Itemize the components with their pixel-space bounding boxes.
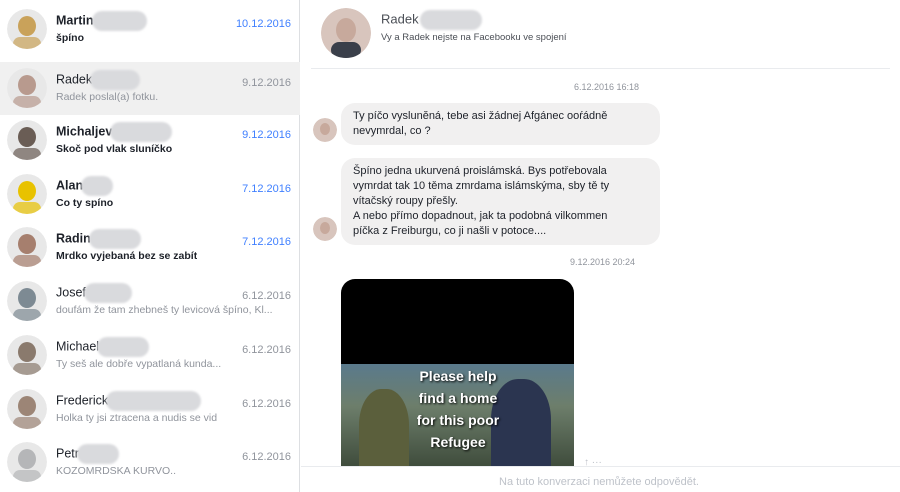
message-line: nevymrdal, co ? [353, 125, 431, 137]
message-timestamp: 9.12.2016 20:24 [570, 257, 636, 267]
conversation-name-text: Josef [56, 285, 86, 300]
message-line: píčka z Freiburgu, co ji našli v potoce.… [353, 225, 547, 237]
conversation-name-text: Martin [56, 13, 94, 28]
message-bubble[interactable]: Ty píčo vyslunĕná, tebe asi žádnej Afgán… [341, 103, 660, 145]
conversation-snippet: špíno [56, 32, 84, 44]
conversation-name-text: Petr [56, 446, 79, 461]
caption-line: Please help [419, 368, 497, 384]
conversation-item[interactable]: Alan Co ty spíno 7.12.2016 [0, 168, 300, 221]
conversation-name: Radin [56, 229, 141, 249]
conversation-item[interactable]: Josef doufám že tam zhebneš ty levicová š… [0, 275, 300, 328]
redaction-blur [97, 337, 150, 357]
conversation-date: 9.12.2016 [242, 129, 291, 141]
conversation-name: Radek [56, 70, 141, 90]
conversation-name: Josef [56, 283, 132, 303]
conversation-name-text: Michaljev [56, 124, 113, 139]
conversation-list: ★ Martinšpíno10.12.2016RadekRadek poslal… [0, 0, 300, 492]
message-line: vymrdat tak 10 těma zmrdama islámskýma, … [353, 180, 610, 192]
avatar [7, 9, 47, 49]
avatar [7, 281, 47, 321]
caption-line: find a home [418, 390, 498, 406]
conversation-date: 6.12.2016 [242, 398, 291, 410]
redaction-blur [110, 122, 173, 142]
conversation-date: 6.12.2016 [242, 451, 291, 463]
conversation-name: Frederick [56, 391, 202, 411]
conversation-name: Michaljev [56, 122, 173, 142]
conversation-date: 10.12.2016 [235, 18, 291, 30]
photo-caption: Please help find a home for this poor Re… [403, 365, 513, 453]
avatar [7, 120, 47, 160]
conversation-item[interactable]: Martin špíno 10.12.2016 [0, 3, 300, 56]
conversation-snippet: Ty seš ale dobře vypatlaná kunda... [56, 358, 222, 370]
redaction-blur [76, 444, 119, 464]
contact-name[interactable]: Radek [381, 10, 483, 30]
conversation-snippet: doufám že tam zhebneš ty levicová špíno,… [56, 304, 273, 316]
conversation-snippet: Mrdko vyjebaná bez se zabít [56, 250, 198, 262]
redaction-blur [83, 283, 132, 303]
person-figure [359, 389, 409, 469]
composer-disabled-bar: Na tuto konverzaci nemůžete odpovědět. [301, 466, 900, 492]
avatar [7, 227, 47, 267]
conversation-snippet: Radek poslal(a) fotku. [56, 91, 159, 103]
conversation-item[interactable]: Michaljev Skoč pod vlak sluníčko 9.12.2016 [0, 114, 300, 167]
photo-attachment[interactable]: Please help find a home for this poor Re… [341, 279, 574, 469]
avatar [7, 68, 47, 108]
redaction-blur [88, 229, 141, 249]
sender-avatar [313, 118, 337, 142]
conversation-snippet: KOZOMRDSKA KURVO.. [56, 465, 176, 477]
avatar [7, 335, 47, 375]
conversation-item[interactable]: Radin Mrdko vyjebaná bez se zabít 7.12.201… [0, 221, 300, 274]
cannot-reply-notice: Na tuto konverzaci nemůžete odpovědět. [499, 476, 699, 488]
conversation-name-text: Michael [56, 339, 100, 354]
conversation-name-text: Frederick [56, 393, 109, 408]
conversation-snippet: Skoč pod vlak sluníčko [56, 143, 173, 155]
contact-name-text: Radek [381, 11, 419, 27]
conversation-item[interactable]: Frederick Holka ty jsi ztracena a nudis s… [0, 383, 300, 436]
message-line: vítačský roupy přešly. [353, 195, 458, 207]
conversation-name-text: Alan [56, 178, 84, 193]
conversation-item[interactable]: Radek Radek poslal(a) fotku. 9.12.2016 [0, 62, 300, 115]
conversation-date: 6.12.2016 [242, 290, 291, 302]
message-bubble[interactable]: Špíno jedna ukurvená proislámská. Bys po… [341, 158, 660, 245]
caption-line: for this poor [416, 412, 500, 428]
caption-line: Refugee [430, 434, 486, 450]
conversation-date: 7.12.2016 [242, 236, 291, 248]
message-timestamp: 6.12.2016 16:18 [574, 82, 640, 92]
conversation-name-text: Radek [56, 72, 93, 87]
conversation-name: Petr [56, 444, 119, 464]
header-divider [311, 68, 890, 69]
conversation-date: 7.12.2016 [242, 183, 291, 195]
avatar [7, 442, 47, 482]
conversation-name: Martin [56, 11, 147, 31]
conversation-pane: Radek Vy a Radek nejste na Facebooku ve … [301, 0, 900, 492]
connection-note: Vy a Radek nejste na Facebooku ve spojen… [381, 32, 567, 43]
conversation-item[interactable]: Michael Ty seš ale dobře vypatlaná kunda.… [0, 329, 300, 382]
conversation-date: 9.12.2016 [242, 77, 291, 89]
avatar [7, 174, 47, 214]
message-line: Ty píčo vyslunĕná, tebe asi žádnej Afgán… [353, 110, 608, 122]
redaction-blur [81, 176, 114, 196]
message-line: Špíno jedna ukurvená proislámská. Bys po… [353, 165, 607, 177]
message-line: A nebo přímo dopadnout, jak ta podobná v… [353, 210, 608, 222]
avatar [7, 389, 47, 429]
redaction-blur [90, 70, 141, 90]
redaction-blur [91, 11, 147, 31]
conversation-name: Alan [56, 176, 114, 196]
conversation-snippet: Co ty spíno [56, 197, 114, 209]
conversation-name-text: Radin [56, 231, 91, 246]
redaction-blur [420, 10, 483, 30]
redaction-blur [106, 391, 202, 411]
contact-avatar[interactable] [321, 8, 371, 58]
conversation-name: Michael [56, 337, 150, 357]
sender-avatar [313, 217, 337, 241]
conversation-snippet: Holka ty jsi ztracena a nudis se vid [56, 412, 218, 424]
conversation-item[interactable]: Petr KOZOMRDSKA KURVO.. 6.12.2016 [0, 436, 300, 489]
conversation-date: 6.12.2016 [242, 344, 291, 356]
